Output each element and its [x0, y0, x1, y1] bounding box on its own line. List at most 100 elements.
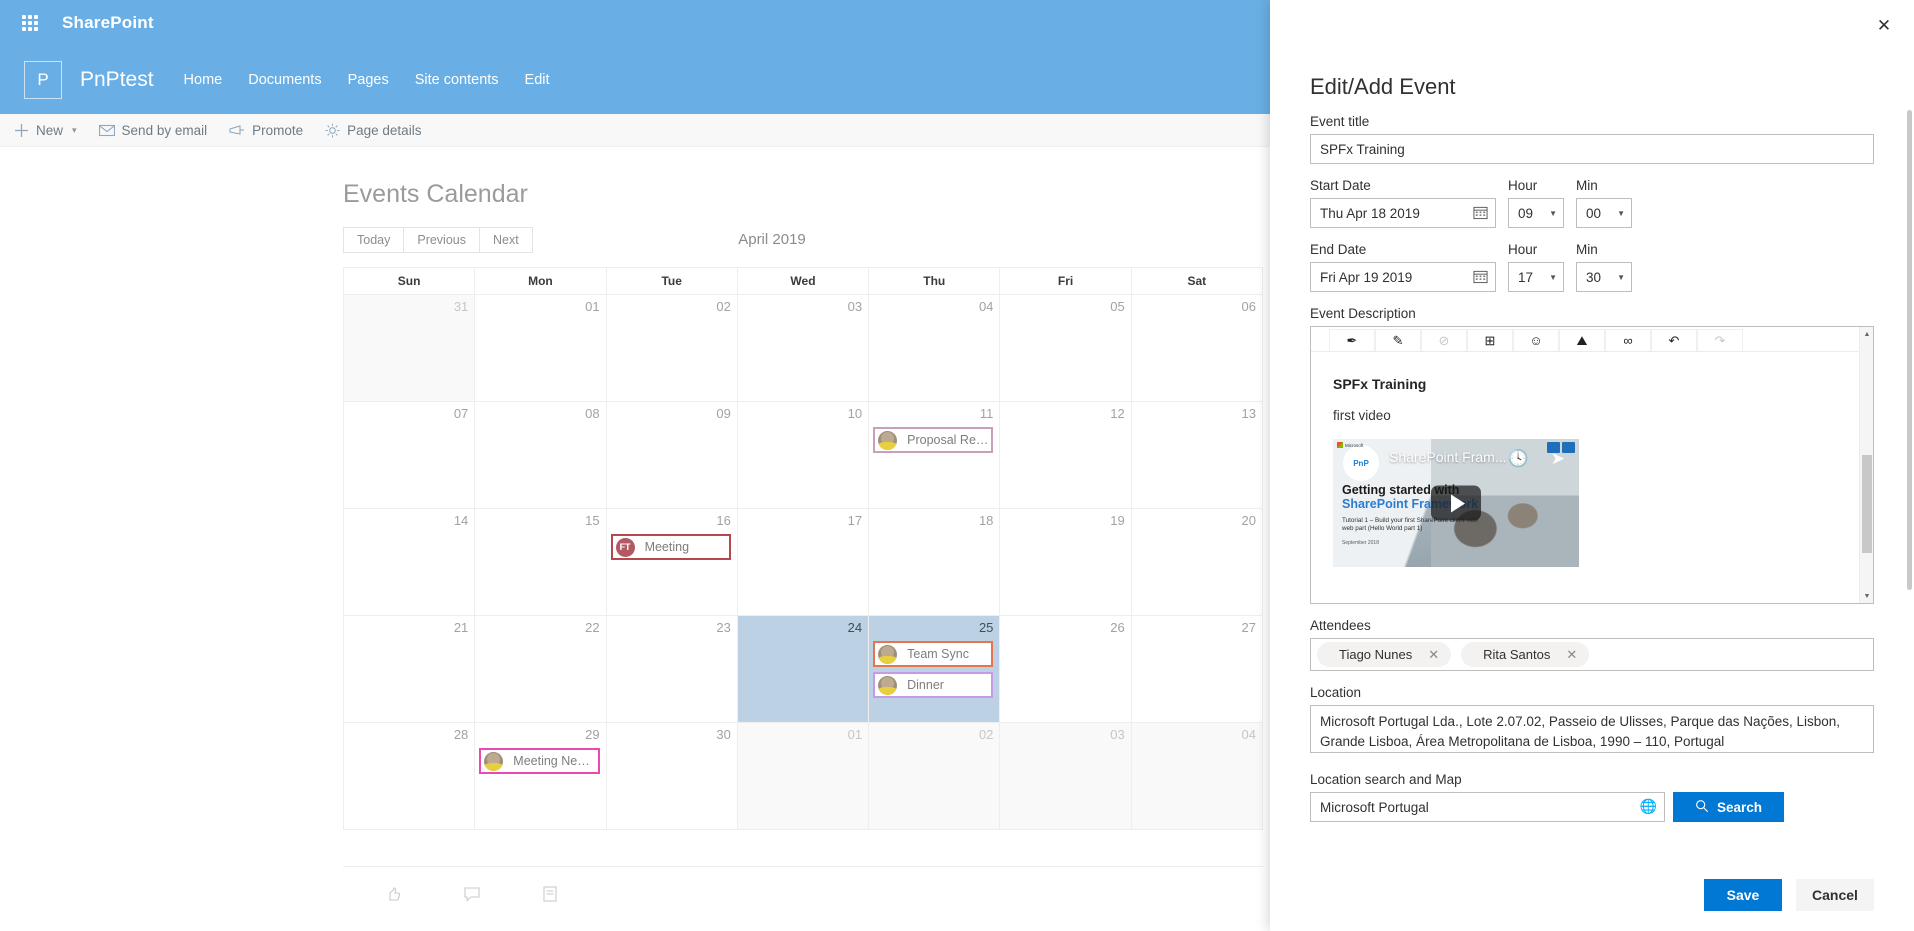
- calendar-day-cell[interactable]: 07: [342, 401, 476, 509]
- calendar-event[interactable]: Dinner: [873, 672, 994, 698]
- calendar-day-cell[interactable]: 25 Team Sync Dinner: [868, 615, 1001, 723]
- close-icon[interactable]: ✕: [1428, 647, 1443, 663]
- suite-title[interactable]: SharePoint: [62, 13, 154, 33]
- calendar-event[interactable]: FT Meeting: [610, 534, 731, 560]
- calendar-day-cell[interactable]: 04: [1130, 722, 1264, 830]
- calendar-day-cell[interactable]: 23: [605, 615, 738, 723]
- calendar-day-cell[interactable]: 06: [1130, 294, 1264, 402]
- image-icon[interactable]: ⛰: [1559, 329, 1605, 351]
- send-by-email-button[interactable]: Send by email: [98, 114, 207, 147]
- app-launcher-icon[interactable]: [10, 0, 50, 46]
- end-date-input[interactable]: [1310, 262, 1496, 292]
- calendar-day-cell[interactable]: 05: [999, 294, 1132, 402]
- cancel-button[interactable]: Cancel: [1796, 879, 1874, 911]
- nav-item-pages[interactable]: Pages: [348, 72, 389, 88]
- calendar-day-cell[interactable]: 19: [999, 508, 1132, 616]
- calendar-day-cell[interactable]: 01: [474, 294, 607, 402]
- calendar-event[interactable]: Proposal Review: [873, 427, 994, 453]
- chevron-down-icon[interactable]: ▾: [72, 125, 77, 136]
- calendar-day-cell[interactable]: 21: [342, 615, 476, 723]
- caret-down-icon[interactable]: ▼: [1860, 589, 1873, 603]
- calendar-day-cell[interactable]: 18: [868, 508, 1001, 616]
- previous-button[interactable]: Previous: [403, 227, 479, 253]
- attendees-field[interactable]: Tiago Nunes ✕ Rita Santos ✕: [1310, 638, 1874, 671]
- calendar-day-cell[interactable]: 03: [999, 722, 1132, 830]
- panel-scrollbar[interactable]: [1905, 110, 1914, 690]
- calendar-day-cell[interactable]: 01: [736, 722, 870, 830]
- site-logo[interactable]: P: [24, 61, 62, 99]
- start-min-select[interactable]: 00 ▼: [1576, 198, 1632, 228]
- panel-scroll-thumb[interactable]: [1907, 110, 1912, 590]
- event-description-editor[interactable]: ✒ ✎ ⊘ ⊞ ☺ ⛰ ∞ ↶ ↷ SPFx Training first video Micr…: [1310, 326, 1874, 604]
- calendar-day-cell[interactable]: 14: [342, 508, 476, 616]
- save-button[interactable]: Save: [1704, 879, 1782, 911]
- calendar-day-cell[interactable]: 08: [474, 401, 607, 509]
- play-icon[interactable]: [1431, 485, 1481, 521]
- calendar-day-cell[interactable]: 11 Proposal Review: [868, 401, 1001, 509]
- calendar-day-cell[interactable]: 26: [999, 615, 1132, 723]
- page-details-button[interactable]: Page details: [325, 114, 421, 147]
- start-hour-select[interactable]: 09 ▼: [1508, 198, 1564, 228]
- link-icon[interactable]: ∞: [1605, 329, 1651, 351]
- calendar-day-cell[interactable]: 12: [999, 401, 1132, 509]
- calendar-day-cell[interactable]: 20: [1130, 508, 1264, 616]
- calendar-day-cell[interactable]: 29 Meeting New P...: [474, 722, 607, 830]
- calendar-day-cell[interactable]: 27: [1130, 615, 1264, 723]
- calendar-day-cell[interactable]: 09: [605, 401, 738, 509]
- location-textarea[interactable]: [1310, 705, 1874, 753]
- attendee-pill[interactable]: Tiago Nunes ✕: [1317, 642, 1452, 667]
- like-icon[interactable]: [385, 885, 403, 908]
- highlighter-icon[interactable]: ✎: [1375, 329, 1421, 351]
- end-min-select[interactable]: 30 ▼: [1576, 262, 1632, 292]
- calendar-event-title: Dinner: [907, 678, 944, 692]
- calendar-day-cell[interactable]: 02: [605, 294, 738, 402]
- table-icon[interactable]: ⊞: [1467, 329, 1513, 351]
- start-date-input[interactable]: [1310, 198, 1496, 228]
- end-hour-select[interactable]: 17 ▼: [1508, 262, 1564, 292]
- calendar-day-cell[interactable]: 24: [736, 615, 870, 723]
- event-title-input[interactable]: [1310, 134, 1874, 164]
- nav-item-home[interactable]: Home: [184, 72, 223, 88]
- calendar-day-cell[interactable]: 04: [868, 294, 1001, 402]
- embedded-video[interactable]: Microsoft PnP SharePoint Fram... Getting…: [1333, 439, 1579, 567]
- promote-button[interactable]: Promote: [229, 114, 303, 147]
- pen-icon[interactable]: ✒: [1329, 329, 1375, 351]
- calendar-day-cell[interactable]: 17: [736, 508, 870, 616]
- page-icon[interactable]: [541, 885, 559, 908]
- search-button[interactable]: Search: [1673, 792, 1785, 822]
- next-button[interactable]: Next: [479, 227, 533, 253]
- calendar-day-cell[interactable]: 02: [868, 722, 1001, 830]
- nav-item-documents[interactable]: Documents: [248, 72, 321, 88]
- calendar-event[interactable]: Meeting New P...: [479, 748, 600, 774]
- location-search-input[interactable]: [1310, 792, 1665, 822]
- calendar-day-cell[interactable]: 31: [342, 294, 476, 402]
- site-title[interactable]: PnPtest: [80, 68, 154, 92]
- day-number: 27: [1241, 620, 1256, 635]
- calendar-day-cell[interactable]: 10: [736, 401, 870, 509]
- editor-content[interactable]: SPFx Training first video Microsoft PnP …: [1311, 352, 1873, 603]
- calendar-day-cell[interactable]: 22: [474, 615, 607, 723]
- calendar-day-cell[interactable]: 16 FT Meeting: [605, 508, 738, 616]
- editor-scrollbar[interactable]: ▲ ▼: [1859, 327, 1873, 603]
- calendar-day-cell[interactable]: 30: [605, 722, 738, 830]
- today-button[interactable]: Today: [343, 227, 404, 253]
- attendee-pill[interactable]: Rita Santos ✕: [1461, 642, 1590, 667]
- nav-item-edit[interactable]: Edit: [525, 72, 550, 88]
- eraser-icon[interactable]: ⊘: [1421, 329, 1467, 351]
- comment-icon[interactable]: [463, 885, 481, 908]
- nav-item-site-contents[interactable]: Site contents: [415, 72, 499, 88]
- undo-icon[interactable]: ↶: [1651, 329, 1697, 351]
- calendar-event[interactable]: Team Sync: [873, 641, 994, 667]
- calendar-day-cell[interactable]: 15: [474, 508, 607, 616]
- editor-scroll-thumb[interactable]: [1862, 455, 1872, 553]
- emoji-icon[interactable]: ☺: [1513, 329, 1559, 351]
- weekday-header-wed: Wed: [736, 267, 870, 295]
- redo-icon[interactable]: ↷: [1697, 329, 1743, 351]
- new-button[interactable]: New ▾: [14, 114, 77, 147]
- close-icon[interactable]: ✕: [1566, 647, 1581, 663]
- caret-up-icon[interactable]: ▲: [1860, 327, 1873, 341]
- calendar-day-cell[interactable]: 13: [1130, 401, 1264, 509]
- watch-later-icon[interactable]: 🕓: [1508, 449, 1529, 469]
- calendar-day-cell[interactable]: 28: [342, 722, 476, 830]
- calendar-day-cell[interactable]: 03: [736, 294, 870, 402]
